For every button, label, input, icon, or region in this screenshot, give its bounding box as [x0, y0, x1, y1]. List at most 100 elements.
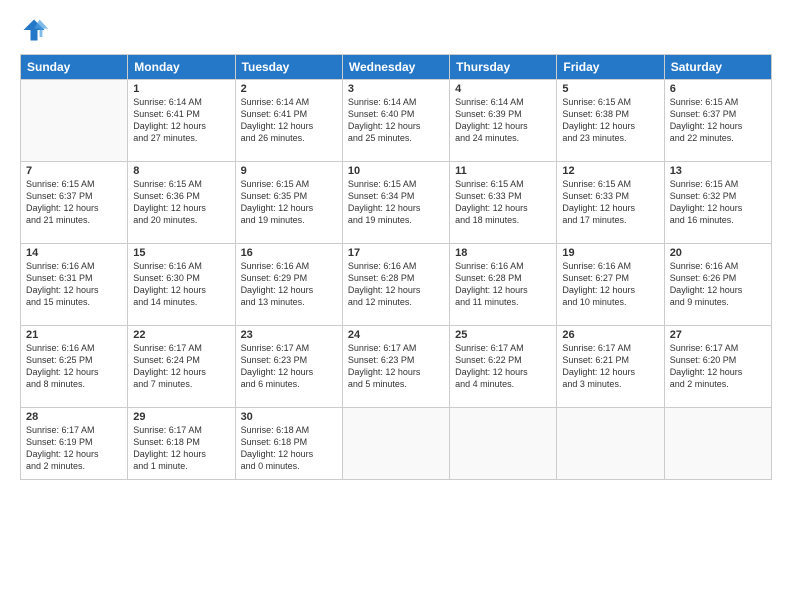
- calendar-cell: 9Sunrise: 6:15 AM Sunset: 6:35 PM Daylig…: [235, 162, 342, 244]
- calendar-cell: 27Sunrise: 6:17 AM Sunset: 6:20 PM Dayli…: [664, 326, 771, 408]
- day-info: Sunrise: 6:16 AM Sunset: 6:29 PM Dayligh…: [241, 260, 337, 309]
- day-info: Sunrise: 6:16 AM Sunset: 6:27 PM Dayligh…: [562, 260, 658, 309]
- calendar-cell: 4Sunrise: 6:14 AM Sunset: 6:39 PM Daylig…: [450, 80, 557, 162]
- calendar-cell: 12Sunrise: 6:15 AM Sunset: 6:33 PM Dayli…: [557, 162, 664, 244]
- day-info: Sunrise: 6:17 AM Sunset: 6:23 PM Dayligh…: [241, 342, 337, 391]
- calendar-cell: 11Sunrise: 6:15 AM Sunset: 6:33 PM Dayli…: [450, 162, 557, 244]
- calendar-cell: 21Sunrise: 6:16 AM Sunset: 6:25 PM Dayli…: [21, 326, 128, 408]
- calendar-cell: [342, 408, 449, 480]
- day-number: 30: [241, 411, 337, 423]
- calendar-cell: [557, 408, 664, 480]
- day-info: Sunrise: 6:15 AM Sunset: 6:33 PM Dayligh…: [562, 178, 658, 227]
- day-info: Sunrise: 6:14 AM Sunset: 6:39 PM Dayligh…: [455, 96, 551, 145]
- logo: [20, 16, 52, 44]
- calendar-cell: [21, 80, 128, 162]
- calendar-day-header: Friday: [557, 55, 664, 80]
- calendar-day-header: Wednesday: [342, 55, 449, 80]
- day-info: Sunrise: 6:15 AM Sunset: 6:36 PM Dayligh…: [133, 178, 229, 227]
- calendar-cell: 30Sunrise: 6:18 AM Sunset: 6:18 PM Dayli…: [235, 408, 342, 480]
- day-number: 25: [455, 329, 551, 341]
- calendar-cell: 10Sunrise: 6:15 AM Sunset: 6:34 PM Dayli…: [342, 162, 449, 244]
- calendar-cell: 25Sunrise: 6:17 AM Sunset: 6:22 PM Dayli…: [450, 326, 557, 408]
- header: [20, 16, 772, 44]
- calendar-cell: 29Sunrise: 6:17 AM Sunset: 6:18 PM Dayli…: [128, 408, 235, 480]
- day-info: Sunrise: 6:16 AM Sunset: 6:28 PM Dayligh…: [348, 260, 444, 309]
- day-number: 19: [562, 247, 658, 259]
- day-number: 20: [670, 247, 766, 259]
- day-number: 12: [562, 165, 658, 177]
- calendar-week-row: 28Sunrise: 6:17 AM Sunset: 6:19 PM Dayli…: [21, 408, 772, 480]
- calendar-cell: 13Sunrise: 6:15 AM Sunset: 6:32 PM Dayli…: [664, 162, 771, 244]
- day-info: Sunrise: 6:15 AM Sunset: 6:38 PM Dayligh…: [562, 96, 658, 145]
- calendar-week-row: 7Sunrise: 6:15 AM Sunset: 6:37 PM Daylig…: [21, 162, 772, 244]
- calendar-cell: 28Sunrise: 6:17 AM Sunset: 6:19 PM Dayli…: [21, 408, 128, 480]
- calendar-day-header: Sunday: [21, 55, 128, 80]
- day-number: 9: [241, 165, 337, 177]
- day-number: 17: [348, 247, 444, 259]
- day-info: Sunrise: 6:16 AM Sunset: 6:31 PM Dayligh…: [26, 260, 122, 309]
- day-number: 14: [26, 247, 122, 259]
- day-number: 3: [348, 83, 444, 95]
- calendar-cell: 18Sunrise: 6:16 AM Sunset: 6:28 PM Dayli…: [450, 244, 557, 326]
- calendar-week-row: 21Sunrise: 6:16 AM Sunset: 6:25 PM Dayli…: [21, 326, 772, 408]
- day-info: Sunrise: 6:15 AM Sunset: 6:32 PM Dayligh…: [670, 178, 766, 227]
- day-number: 21: [26, 329, 122, 341]
- day-info: Sunrise: 6:15 AM Sunset: 6:37 PM Dayligh…: [670, 96, 766, 145]
- calendar-cell: 26Sunrise: 6:17 AM Sunset: 6:21 PM Dayli…: [557, 326, 664, 408]
- day-number: 29: [133, 411, 229, 423]
- calendar-cell: 3Sunrise: 6:14 AM Sunset: 6:40 PM Daylig…: [342, 80, 449, 162]
- day-number: 16: [241, 247, 337, 259]
- day-number: 8: [133, 165, 229, 177]
- calendar-cell: 23Sunrise: 6:17 AM Sunset: 6:23 PM Dayli…: [235, 326, 342, 408]
- calendar-day-header: Saturday: [664, 55, 771, 80]
- day-number: 5: [562, 83, 658, 95]
- day-number: 18: [455, 247, 551, 259]
- day-number: 28: [26, 411, 122, 423]
- calendar-cell: 5Sunrise: 6:15 AM Sunset: 6:38 PM Daylig…: [557, 80, 664, 162]
- calendar-day-header: Tuesday: [235, 55, 342, 80]
- day-number: 2: [241, 83, 337, 95]
- day-info: Sunrise: 6:18 AM Sunset: 6:18 PM Dayligh…: [241, 424, 337, 473]
- day-info: Sunrise: 6:17 AM Sunset: 6:24 PM Dayligh…: [133, 342, 229, 391]
- day-number: 11: [455, 165, 551, 177]
- calendar-cell: 19Sunrise: 6:16 AM Sunset: 6:27 PM Dayli…: [557, 244, 664, 326]
- logo-icon: [20, 16, 48, 44]
- calendar-cell: 20Sunrise: 6:16 AM Sunset: 6:26 PM Dayli…: [664, 244, 771, 326]
- day-info: Sunrise: 6:15 AM Sunset: 6:33 PM Dayligh…: [455, 178, 551, 227]
- day-info: Sunrise: 6:15 AM Sunset: 6:35 PM Dayligh…: [241, 178, 337, 227]
- day-info: Sunrise: 6:17 AM Sunset: 6:21 PM Dayligh…: [562, 342, 658, 391]
- calendar-cell: [664, 408, 771, 480]
- calendar-cell: [450, 408, 557, 480]
- calendar-table: SundayMondayTuesdayWednesdayThursdayFrid…: [20, 54, 772, 480]
- day-info: Sunrise: 6:16 AM Sunset: 6:25 PM Dayligh…: [26, 342, 122, 391]
- calendar-cell: 22Sunrise: 6:17 AM Sunset: 6:24 PM Dayli…: [128, 326, 235, 408]
- day-info: Sunrise: 6:16 AM Sunset: 6:30 PM Dayligh…: [133, 260, 229, 309]
- day-info: Sunrise: 6:17 AM Sunset: 6:20 PM Dayligh…: [670, 342, 766, 391]
- day-number: 4: [455, 83, 551, 95]
- day-number: 1: [133, 83, 229, 95]
- calendar-cell: 24Sunrise: 6:17 AM Sunset: 6:23 PM Dayli…: [342, 326, 449, 408]
- day-number: 15: [133, 247, 229, 259]
- day-info: Sunrise: 6:14 AM Sunset: 6:41 PM Dayligh…: [133, 96, 229, 145]
- day-info: Sunrise: 6:16 AM Sunset: 6:26 PM Dayligh…: [670, 260, 766, 309]
- day-info: Sunrise: 6:17 AM Sunset: 6:19 PM Dayligh…: [26, 424, 122, 473]
- day-number: 26: [562, 329, 658, 341]
- day-info: Sunrise: 6:15 AM Sunset: 6:34 PM Dayligh…: [348, 178, 444, 227]
- calendar-cell: 1Sunrise: 6:14 AM Sunset: 6:41 PM Daylig…: [128, 80, 235, 162]
- calendar-cell: 2Sunrise: 6:14 AM Sunset: 6:41 PM Daylig…: [235, 80, 342, 162]
- day-info: Sunrise: 6:17 AM Sunset: 6:18 PM Dayligh…: [133, 424, 229, 473]
- day-info: Sunrise: 6:17 AM Sunset: 6:23 PM Dayligh…: [348, 342, 444, 391]
- calendar-day-header: Monday: [128, 55, 235, 80]
- day-number: 27: [670, 329, 766, 341]
- calendar-cell: 6Sunrise: 6:15 AM Sunset: 6:37 PM Daylig…: [664, 80, 771, 162]
- day-number: 24: [348, 329, 444, 341]
- day-number: 10: [348, 165, 444, 177]
- day-number: 7: [26, 165, 122, 177]
- calendar-cell: 14Sunrise: 6:16 AM Sunset: 6:31 PM Dayli…: [21, 244, 128, 326]
- day-info: Sunrise: 6:14 AM Sunset: 6:40 PM Dayligh…: [348, 96, 444, 145]
- calendar-cell: 15Sunrise: 6:16 AM Sunset: 6:30 PM Dayli…: [128, 244, 235, 326]
- calendar-week-row: 14Sunrise: 6:16 AM Sunset: 6:31 PM Dayli…: [21, 244, 772, 326]
- calendar-cell: 17Sunrise: 6:16 AM Sunset: 6:28 PM Dayli…: [342, 244, 449, 326]
- calendar-cell: 8Sunrise: 6:15 AM Sunset: 6:36 PM Daylig…: [128, 162, 235, 244]
- day-info: Sunrise: 6:14 AM Sunset: 6:41 PM Dayligh…: [241, 96, 337, 145]
